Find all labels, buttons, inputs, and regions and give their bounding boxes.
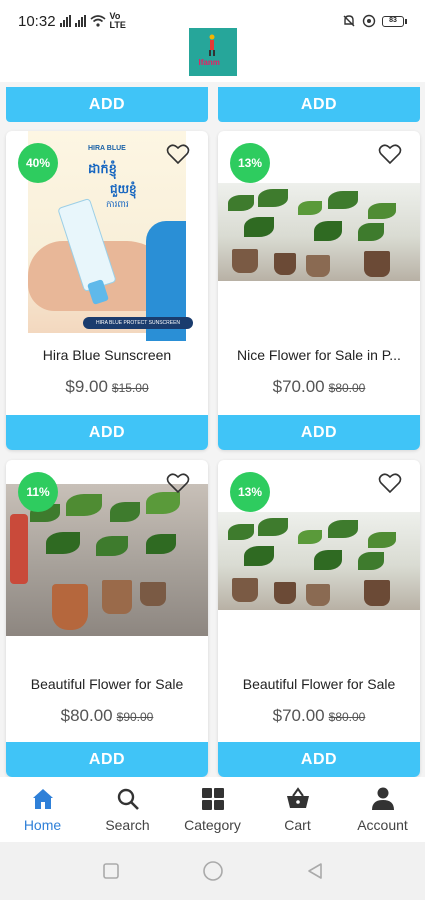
search-icon bbox=[117, 788, 139, 810]
bottom-nav: Home Search Category Cart Account bbox=[0, 777, 425, 842]
alarm-icon bbox=[362, 14, 376, 28]
image-khmer-text: ការពារ bbox=[106, 199, 129, 209]
product-price: $9.00 bbox=[65, 377, 108, 396]
discount-badge: 11% bbox=[18, 472, 58, 512]
recents-icon[interactable] bbox=[101, 861, 121, 881]
product-prices: $70.00 $80.00 bbox=[218, 377, 420, 397]
product-title[interactable]: Hira Blue Sunscreen bbox=[6, 347, 208, 363]
grid-icon bbox=[201, 788, 224, 810]
product-image bbox=[218, 512, 420, 610]
product-title[interactable]: Nice Flower for Sale in P... bbox=[218, 347, 420, 363]
home-circle-icon[interactable] bbox=[202, 860, 224, 882]
signal-icon bbox=[59, 15, 71, 27]
product-old-price: $90.00 bbox=[116, 710, 154, 724]
nav-label: Home bbox=[23, 817, 62, 833]
product-card[interactable]: 11% Beautiful Flower for Sale $80.00 $90.… bbox=[6, 460, 208, 777]
status-time: 10:32 bbox=[18, 12, 56, 30]
person-icon bbox=[371, 787, 394, 810]
signal-icon-2 bbox=[74, 15, 86, 27]
product-title[interactable]: Beautiful Flower for Sale bbox=[218, 676, 420, 692]
image-tagline: HIRA BLUE PROTECT SUNSCREEN bbox=[83, 317, 193, 329]
nav-item-account[interactable]: Account bbox=[340, 786, 425, 833]
nav-label: Cart bbox=[284, 817, 311, 833]
app-logo[interactable]: Ifanm bbox=[188, 28, 237, 76]
product-title[interactable]: Beautiful Flower for Sale bbox=[6, 676, 208, 692]
heart-icon[interactable] bbox=[166, 143, 190, 165]
product-old-price: $80.00 bbox=[328, 710, 366, 724]
discount-badge: 40% bbox=[18, 143, 58, 183]
product-price: $70.00 bbox=[272, 377, 325, 396]
nav-item-search[interactable]: Search bbox=[85, 786, 170, 833]
add-button[interactable]: ADD bbox=[218, 742, 420, 777]
nav-item-home[interactable]: Home bbox=[0, 786, 85, 833]
image-khmer-text: ជួយខ្ញុំ bbox=[110, 182, 137, 196]
product-card[interactable]: HIRA BLUE ដាក់ខ្ញុំ ជួយខ្ញុំ ការពារ HIRA… bbox=[6, 131, 208, 450]
app-bar: Ifanm bbox=[0, 28, 425, 82]
product-prices: $70.00 $80.00 bbox=[218, 706, 420, 726]
wifi-icon bbox=[90, 15, 106, 27]
product-prices: $9.00 $15.00 bbox=[6, 377, 208, 397]
nav-item-cart[interactable]: Cart bbox=[255, 786, 340, 833]
battery-icon: 83 bbox=[382, 15, 407, 27]
product-grid[interactable]: ADD ADD HIRA BLUE ដាក់ខ្ញុំ ជួយខ្ញុំ ការ… bbox=[0, 82, 425, 777]
image-khmer-text: ដាក់ខ្ញុំ bbox=[88, 161, 117, 176]
basket-icon bbox=[286, 787, 309, 808]
add-button[interactable]: ADD bbox=[6, 415, 208, 450]
add-button[interactable]: ADD bbox=[218, 415, 420, 450]
nav-item-category[interactable]: Category bbox=[170, 786, 255, 833]
product-prices: $80.00 $90.00 bbox=[6, 706, 208, 726]
nav-label: Account bbox=[357, 817, 408, 833]
discount-badge: 13% bbox=[230, 143, 270, 183]
home-icon bbox=[32, 789, 53, 809]
image-brand-text: HIRA BLUE bbox=[88, 145, 126, 152]
product-card[interactable]: 13% Nice Flower for Sale in P... $70.00 $… bbox=[218, 131, 420, 450]
nav-label: Search bbox=[105, 817, 150, 833]
logo-figure-icon bbox=[208, 34, 215, 56]
add-button[interactable]: ADD bbox=[6, 742, 208, 777]
heart-icon[interactable] bbox=[378, 472, 402, 494]
product-price: $80.00 bbox=[60, 706, 113, 725]
heart-icon[interactable] bbox=[378, 143, 402, 165]
discount-badge: 13% bbox=[230, 472, 270, 512]
add-button[interactable]: ADD bbox=[218, 87, 420, 122]
product-price: $70.00 bbox=[272, 706, 325, 725]
logo-text: Ifanm bbox=[198, 58, 220, 67]
system-nav-bar bbox=[0, 842, 425, 900]
mute-bell-icon bbox=[343, 15, 355, 27]
heart-icon[interactable] bbox=[166, 472, 190, 494]
status-right: 83 bbox=[342, 14, 407, 28]
nav-label: Category bbox=[184, 817, 241, 833]
product-old-price: $15.00 bbox=[111, 381, 149, 395]
back-icon[interactable] bbox=[305, 861, 325, 881]
add-button[interactable]: ADD bbox=[6, 87, 208, 122]
product-old-price: $80.00 bbox=[328, 381, 366, 395]
product-card[interactable]: 13% Beautiful Flower for Sale $70.00 $80.… bbox=[218, 460, 420, 777]
product-image bbox=[218, 183, 420, 281]
